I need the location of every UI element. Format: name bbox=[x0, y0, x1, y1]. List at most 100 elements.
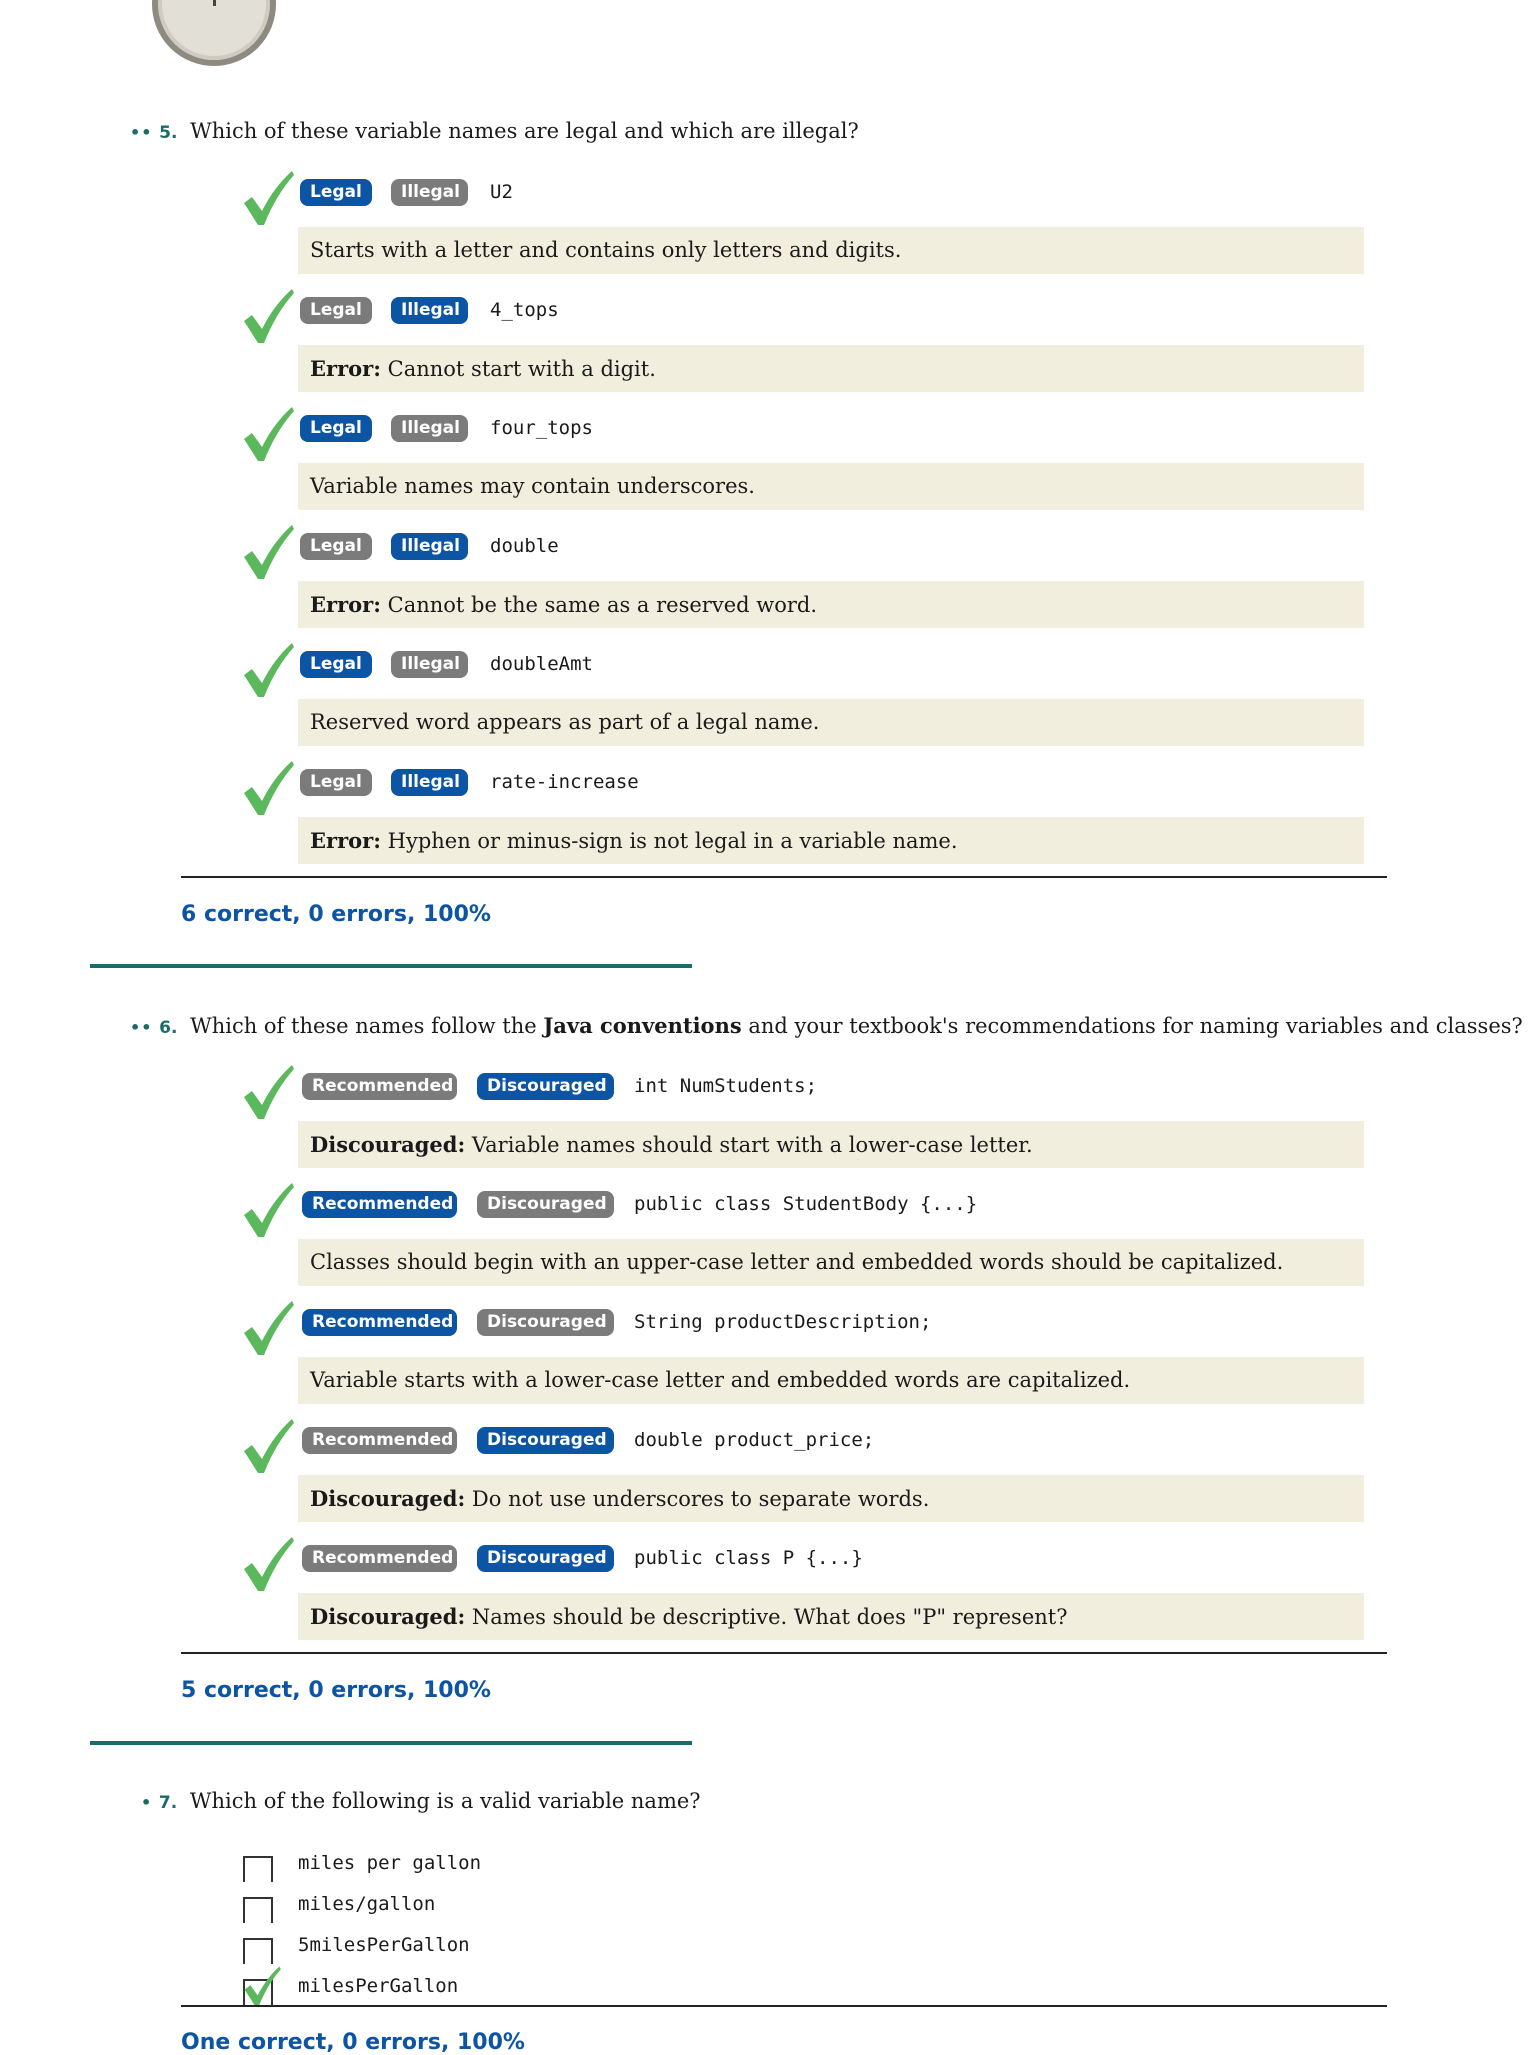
feedback-text: Cannot start with a digit. bbox=[380, 357, 656, 381]
question-divider bbox=[90, 964, 692, 968]
recommended-button[interactable]: Recommended bbox=[302, 1073, 457, 1100]
check-icon bbox=[240, 1181, 296, 1239]
check-icon bbox=[240, 641, 296, 699]
feedback-text: Hyphen or minus-sign is not legal in a v… bbox=[380, 829, 958, 853]
feedback-text: Reserved word appears as part of a legal… bbox=[310, 710, 820, 734]
checkbox[interactable] bbox=[243, 1897, 273, 1923]
separator-line bbox=[181, 876, 1387, 878]
discouraged-button[interactable]: Discouraged bbox=[477, 1073, 614, 1100]
difficulty-dots: •• bbox=[130, 123, 153, 142]
feedback-box: Discouraged: Variable names should start… bbox=[298, 1121, 1364, 1168]
difficulty-dots: • bbox=[141, 1793, 153, 1812]
discouraged-button[interactable]: Discouraged bbox=[477, 1427, 614, 1454]
illegal-button[interactable]: Illegal bbox=[391, 415, 468, 442]
legal-button[interactable]: Legal bbox=[300, 769, 372, 796]
check-icon bbox=[240, 1535, 296, 1593]
choice-option[interactable]: miles/gallon bbox=[0, 1889, 1536, 1923]
question-text-post: and your textbook's recommendations for … bbox=[741, 1014, 1523, 1038]
code-snippet: U2 bbox=[490, 181, 513, 203]
illegal-button[interactable]: Illegal bbox=[391, 533, 468, 560]
code-snippet: 4_tops bbox=[490, 299, 559, 321]
code-snippet: four_tops bbox=[490, 417, 593, 439]
feedback-label: Discouraged: bbox=[310, 1132, 466, 1157]
discouraged-button[interactable]: Discouraged bbox=[477, 1191, 614, 1218]
question-6-header: •• 6. Which of these names follow the Ja… bbox=[130, 1013, 1523, 1038]
feedback-text: Names should be descriptive. What does "… bbox=[465, 1605, 1068, 1629]
feedback-box: Discouraged: Names should be descriptive… bbox=[298, 1593, 1364, 1640]
code-snippet: doubleAmt bbox=[490, 653, 593, 675]
illegal-button[interactable]: Illegal bbox=[391, 179, 468, 206]
question-text-bold: Java conventions bbox=[543, 1013, 742, 1038]
question-5-header: •• 5. Which of these variable names are … bbox=[130, 119, 859, 143]
code-snippet: rate-increase bbox=[490, 771, 639, 793]
code-snippet: int NumStudents; bbox=[634, 1075, 818, 1097]
choice-option[interactable]: miles per gallon bbox=[0, 1848, 1536, 1882]
separator-line bbox=[181, 2005, 1387, 2007]
choice-label: miles per gallon bbox=[298, 1852, 482, 1874]
feedback-box: Starts with a letter and contains only l… bbox=[298, 227, 1364, 274]
question-number: 5. bbox=[159, 123, 178, 143]
recommended-button[interactable]: Recommended bbox=[302, 1545, 457, 1572]
recommended-button[interactable]: Recommended bbox=[302, 1191, 457, 1218]
choice-option[interactable]: milesPerGallon bbox=[0, 1966, 1536, 2006]
separator-line bbox=[181, 1652, 1387, 1654]
feedback-text: Variable names may contain underscores. bbox=[310, 474, 755, 498]
legal-button[interactable]: Legal bbox=[300, 651, 372, 678]
code-snippet: double bbox=[490, 535, 559, 557]
check-icon bbox=[240, 1299, 296, 1357]
feedback-text: Classes should begin with an upper-case … bbox=[310, 1250, 1284, 1274]
question-number: 6. bbox=[159, 1018, 178, 1038]
feedback-label: Error: bbox=[310, 592, 381, 617]
illegal-button[interactable]: Illegal bbox=[391, 297, 468, 324]
recommended-button[interactable]: Recommended bbox=[302, 1309, 457, 1336]
code-snippet: public class P {...} bbox=[634, 1547, 863, 1569]
code-snippet: String productDescription; bbox=[634, 1311, 932, 1333]
stopwatch-image bbox=[152, 0, 276, 66]
feedback-label: Discouraged: bbox=[310, 1604, 466, 1629]
score-summary: 5 correct, 0 errors, 100% bbox=[181, 1678, 491, 1703]
check-icon bbox=[240, 1063, 296, 1121]
feedback-box: Variable names may contain underscores. bbox=[298, 463, 1364, 510]
legal-button[interactable]: Legal bbox=[300, 297, 372, 324]
illegal-button[interactable]: Illegal bbox=[391, 651, 468, 678]
checkbox[interactable] bbox=[243, 1938, 273, 1964]
difficulty-dots: •• bbox=[130, 1018, 153, 1037]
question-text: Which of these names follow the Java con… bbox=[190, 1013, 1523, 1038]
choice-option[interactable]: 5milesPerGallon bbox=[0, 1930, 1536, 1964]
score-summary: One correct, 0 errors, 100% bbox=[181, 2030, 525, 2055]
discouraged-button[interactable]: Discouraged bbox=[477, 1309, 614, 1336]
choice-label: milesPerGallon bbox=[298, 1975, 459, 1997]
choice-label: 5milesPerGallon bbox=[298, 1934, 470, 1956]
illegal-button[interactable]: Illegal bbox=[391, 769, 468, 796]
feedback-text: Starts with a letter and contains only l… bbox=[310, 238, 902, 262]
check-icon bbox=[240, 405, 296, 463]
feedback-box: Classes should begin with an upper-case … bbox=[298, 1239, 1364, 1286]
check-icon bbox=[240, 523, 296, 581]
question-divider bbox=[90, 1741, 692, 1745]
check-icon bbox=[240, 1965, 284, 2007]
feedback-text: Cannot be the same as a reserved word. bbox=[380, 593, 818, 617]
feedback-text: Do not use underscores to separate words… bbox=[465, 1487, 930, 1511]
check-icon bbox=[240, 287, 296, 345]
question-7-header: • 7. Which of the following is a valid v… bbox=[141, 1789, 701, 1813]
recommended-button[interactable]: Recommended bbox=[302, 1427, 457, 1454]
feedback-box: Discouraged: Do not use underscores to s… bbox=[298, 1475, 1364, 1522]
question-text: Which of the following is a valid variab… bbox=[189, 1789, 701, 1813]
question-text: Which of these variable names are legal … bbox=[190, 119, 859, 143]
checkbox[interactable] bbox=[243, 1856, 273, 1882]
legal-button[interactable]: Legal bbox=[300, 415, 372, 442]
question-number: 7. bbox=[158, 1793, 178, 1813]
score-summary: 6 correct, 0 errors, 100% bbox=[181, 902, 491, 927]
feedback-label: Error: bbox=[310, 828, 381, 853]
feedback-text: Variable names should start with a lower… bbox=[465, 1133, 1033, 1157]
check-icon bbox=[240, 169, 296, 227]
legal-button[interactable]: Legal bbox=[300, 533, 372, 560]
feedback-text: Variable starts with a lower-case letter… bbox=[310, 1368, 1131, 1392]
feedback-box: Error: Hyphen or minus-sign is not legal… bbox=[298, 817, 1364, 864]
feedback-box: Error: Cannot start with a digit. bbox=[298, 345, 1364, 392]
check-icon bbox=[240, 759, 296, 817]
feedback-box: Error: Cannot be the same as a reserved … bbox=[298, 581, 1364, 628]
discouraged-button[interactable]: Discouraged bbox=[477, 1545, 614, 1572]
code-snippet: public class StudentBody {...} bbox=[634, 1193, 978, 1215]
legal-button[interactable]: Legal bbox=[300, 179, 372, 206]
